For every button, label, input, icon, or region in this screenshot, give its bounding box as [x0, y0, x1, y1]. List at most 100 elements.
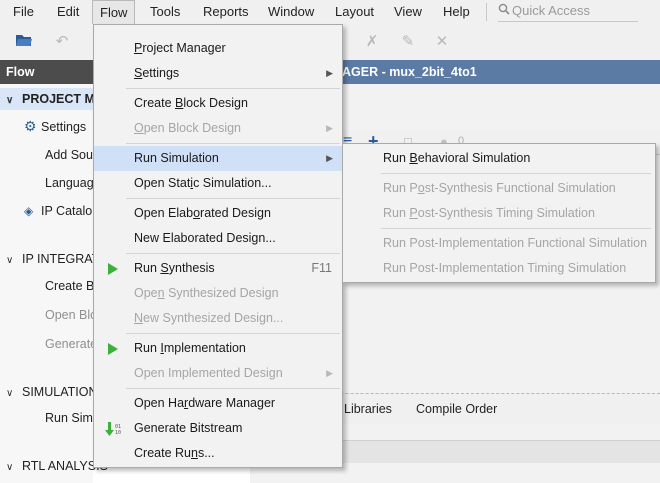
menu-separator — [126, 388, 340, 389]
menu-item-open-block-design[interactable]: Open Block Design ▶ — [94, 116, 342, 141]
menu-item-run-synthesis[interactable]: Run Synthesis F11 — [94, 256, 342, 281]
section-ip-integrator[interactable]: ∨ IP INTEGRAT — [6, 252, 99, 266]
quick-access-search[interactable]: Quick Access — [498, 2, 638, 22]
chevron-right-icon: ▶ — [326, 368, 333, 378]
menu-separator — [381, 173, 651, 174]
section-label: SIMULATION — [22, 385, 98, 399]
menu-item-run-simulation[interactable]: Run Simulation ▶ — [94, 146, 342, 171]
menu-item-label: Open Block Design — [134, 121, 242, 135]
menu-layout[interactable]: Layout — [328, 0, 381, 24]
menu-flow[interactable]: Flow — [92, 0, 136, 24]
submenu-item-post-implementation-timing[interactable]: Run Post-Implementation Timing Simulatio… — [343, 256, 655, 281]
section-label: PROJECT M — [22, 92, 95, 106]
menu-item-settings[interactable]: Settings ▶ — [94, 61, 342, 86]
submenu-item-run-behavioral-simulation[interactable]: Run Behavioral Simulation — [343, 146, 655, 171]
run-icon — [104, 256, 122, 281]
menubar-divider — [486, 3, 487, 21]
chevron-right-icon: ▶ — [326, 68, 333, 78]
nav-create-block-design[interactable]: Create B — [45, 279, 94, 293]
menu-item-generate-bitstream[interactable]: 01 10 Generate Bitstream — [94, 416, 342, 441]
menu-item-create-block-design[interactable]: Create Block Design — [94, 91, 342, 116]
nav-label: Settings — [41, 120, 87, 134]
chevron-down-icon: ∨ — [6, 388, 14, 399]
svg-text:10: 10 — [115, 430, 121, 436]
menu-item-open-static-simulation[interactable]: Open Static Simulation... — [94, 171, 342, 196]
open-folder-icon[interactable] — [14, 32, 34, 52]
menu-item-label: Open Synthesized Design — [134, 286, 279, 300]
menu-item-open-synthesized-design[interactable]: Open Synthesized Design — [94, 281, 342, 306]
run-simulation-submenu: Run Behavioral Simulation Run Post-Synth… — [342, 143, 656, 283]
section-label: IP INTEGRAT — [22, 252, 100, 266]
undo-icon[interactable]: ↶ — [52, 32, 72, 52]
menu-tools[interactable]: Tools — [143, 0, 187, 24]
quick-access-placeholder: Quick Access — [512, 3, 591, 18]
disabled-close-icon[interactable]: ✕ — [432, 32, 452, 52]
menu-reports[interactable]: Reports — [196, 0, 256, 24]
menu-separator — [126, 198, 340, 199]
shortcut-label: F11 — [311, 261, 332, 275]
submenu-item-post-implementation-functional[interactable]: Run Post-Implementation Functional Simul… — [343, 231, 655, 256]
menu-help[interactable]: Help — [436, 0, 477, 24]
menu-item-label: Open Elaborated Design — [134, 206, 271, 220]
menu-item-new-elaborated-design[interactable]: New Elaborated Design... — [94, 226, 342, 251]
nav-add-sources[interactable]: Add Sou — [45, 148, 93, 162]
flow-navigator-title: Flow Navigator — [0, 60, 93, 103]
tab-libraries[interactable]: Libraries — [344, 402, 392, 416]
menu-separator — [126, 143, 340, 144]
menu-window[interactable]: Window — [261, 0, 321, 24]
menu-item-run-implementation[interactable]: Run Implementation — [94, 336, 342, 361]
menu-item-label: Settings — [134, 66, 180, 80]
submenu-item-post-synthesis-timing[interactable]: Run Post-Synthesis Timing Simulation — [343, 201, 655, 226]
ip-catalog-icon: ◈ — [24, 204, 34, 218]
run-icon — [104, 336, 122, 361]
nav-open-block-design[interactable]: Open Blo — [45, 308, 97, 322]
nav-language-templates[interactable]: Languag — [45, 176, 94, 190]
menu-separator — [126, 88, 340, 89]
menu-file[interactable]: File — [6, 0, 41, 24]
menu-edit[interactable]: Edit — [50, 0, 86, 24]
chevron-down-icon: ∨ — [6, 255, 14, 266]
nav-run-simulation[interactable]: Run Simu — [45, 411, 100, 425]
nav-settings[interactable]: ⚙ Settings — [24, 118, 86, 135]
menu-item-label: Open Hardware Manager — [134, 396, 276, 410]
submenu-item-label: Run Post-Synthesis Functional Simulation — [383, 181, 616, 195]
nav-generate-block-design[interactable]: Generate — [45, 337, 97, 351]
disabled-tool-icon[interactable]: ✗ — [362, 32, 382, 52]
menu-item-new-synthesized-design[interactable]: New Synthesized Design... — [94, 306, 342, 331]
submenu-item-label: Run Behavioral Simulation — [383, 151, 531, 165]
gear-icon: ⚙ — [24, 118, 37, 134]
submenu-item-label: Run Post-Synthesis Timing Simulation — [383, 206, 595, 220]
section-simulation[interactable]: ∨ SIMULATION — [6, 385, 97, 399]
menu-item-project-manager[interactable]: Project Manager — [94, 36, 342, 61]
menu-item-label: Create Runs... — [134, 446, 215, 460]
chevron-down-icon: ∨ — [6, 462, 14, 473]
submenu-item-label: Run Post-Implementation Timing Simulatio… — [383, 261, 627, 275]
menu-item-label: Create Block Design — [134, 96, 248, 110]
bitstream-icon: 01 10 — [104, 416, 122, 441]
menu-view[interactable]: View — [387, 0, 429, 24]
disabled-pencil-icon[interactable]: ✎ — [398, 32, 418, 52]
chevron-right-icon: ▶ — [326, 123, 333, 133]
menu-separator — [126, 253, 340, 254]
header-title: AGER - mux_2bit_4to1 — [342, 65, 477, 79]
tab-compile-order[interactable]: Compile Order — [416, 402, 497, 416]
menu-item-open-hardware-manager[interactable]: Open Hardware Manager — [94, 391, 342, 416]
menu-item-label: Open Static Simulation... — [134, 176, 272, 190]
chevron-right-icon: ▶ — [326, 153, 333, 163]
submenu-item-post-synthesis-functional[interactable]: Run Post-Synthesis Functional Simulation — [343, 176, 655, 201]
menu-item-create-runs[interactable]: Create Runs... — [94, 441, 342, 466]
submenu-item-label: Run Post-Implementation Functional Simul… — [383, 236, 648, 250]
menu-item-label: Run Synthesis — [134, 261, 215, 275]
menu-separator — [126, 333, 340, 334]
menu-item-label: Run Simulation — [134, 151, 219, 165]
menu-item-open-implemented-design[interactable]: Open Implemented Design ▶ — [94, 361, 342, 386]
menu-item-open-elaborated-design[interactable]: Open Elaborated Design — [94, 201, 342, 226]
chevron-down-icon: ∨ — [6, 95, 14, 106]
nav-ip-catalog[interactable]: ◈ IP Catalo — [24, 204, 92, 218]
section-project-manager[interactable]: ∨ PROJECT M — [6, 92, 95, 106]
flow-menu: Project Manager Settings ▶ Create Block … — [93, 24, 343, 468]
menu-item-label: Run Implementation — [134, 341, 246, 355]
menu-item-label: New Elaborated Design... — [134, 231, 276, 245]
search-icon — [498, 2, 512, 20]
menu-bar: File Edit Flow Tools Reports Window Layo… — [0, 0, 660, 24]
